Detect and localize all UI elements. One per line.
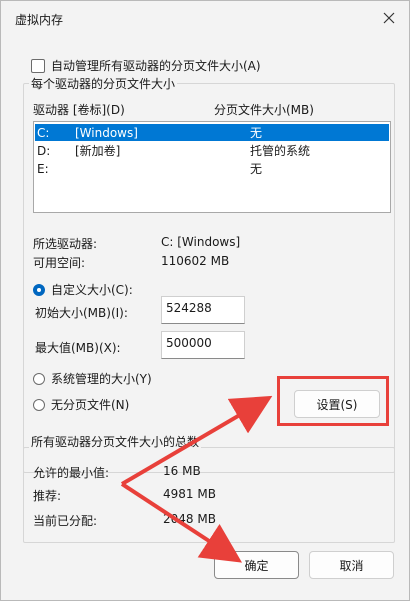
- auto-manage-label: 自动管理所有驱动器的分页文件大小(A): [51, 59, 261, 73]
- selected-drive-label: 所选驱动器:: [33, 237, 98, 251]
- recommended-label: 推荐:: [33, 489, 62, 503]
- column-header-drive: 驱动器 [卷标](D): [33, 103, 125, 117]
- drive-letter: D:: [37, 143, 51, 158]
- drive-row[interactable]: C: [Windows] 无: [35, 124, 389, 141]
- drive-volume-label: [新加卷]: [75, 144, 121, 158]
- radio-selected-icon[interactable]: [33, 283, 45, 296]
- totals-group-label: 所有驱动器分页文件大小的总数: [29, 433, 202, 450]
- radio-unselected-icon[interactable]: [33, 372, 45, 385]
- drive-paging-size: 托管的系统: [250, 144, 311, 158]
- min-allowed-label: 允许的最小值:: [33, 466, 110, 480]
- drive-letter: C:: [37, 125, 50, 140]
- per-drive-group-label: 每个驱动器的分页文件大小: [29, 75, 178, 92]
- auto-manage-checkbox[interactable]: 自动管理所有驱动器的分页文件大小(A): [31, 57, 261, 74]
- highlight-box: [277, 376, 389, 426]
- checkbox-box[interactable]: [31, 58, 45, 73]
- free-space-value: 110602 MB: [161, 254, 230, 268]
- initial-size-input[interactable]: 524288: [161, 296, 245, 324]
- no-paging-label: 无分页文件(N): [51, 398, 130, 412]
- title-bar: 虚拟内存: [1, 1, 409, 37]
- drive-volume-label: [Windows]: [75, 125, 138, 140]
- max-size-label: 最大值(MB)(X):: [35, 341, 121, 355]
- system-managed-radio[interactable]: 系统管理的大小(Y): [33, 370, 152, 387]
- window-title: 虚拟内存: [15, 13, 64, 27]
- cancel-button[interactable]: 取消: [309, 551, 394, 579]
- column-header-size: 分页文件大小(MB): [214, 103, 314, 117]
- radio-unselected-icon[interactable]: [33, 398, 45, 411]
- no-paging-radio[interactable]: 无分页文件(N): [33, 396, 129, 413]
- system-managed-label: 系统管理的大小(Y): [51, 372, 152, 386]
- custom-size-radio[interactable]: 自定义大小(C):: [33, 281, 133, 298]
- allocated-value: 2048 MB: [163, 512, 216, 526]
- min-allowed-value: 16 MB: [163, 464, 201, 478]
- drive-paging-size: 无: [250, 162, 263, 176]
- recommended-value: 4981 MB: [163, 487, 216, 501]
- custom-size-label: 自定义大小(C):: [51, 283, 133, 297]
- drive-row[interactable]: D: [新加卷] 托管的系统: [35, 142, 389, 159]
- selected-drive-value: C: [Windows]: [161, 235, 241, 249]
- ok-button[interactable]: 确定: [214, 551, 299, 579]
- drive-paging-size: 无: [250, 126, 263, 140]
- allocated-label: 当前已分配:: [33, 514, 98, 528]
- max-size-input[interactable]: 500000: [161, 331, 245, 359]
- drive-list[interactable]: C: [Windows] 无 D: [新加卷] 托管的系统 E: 无: [33, 121, 391, 213]
- initial-size-label: 初始大小(MB)(I):: [35, 306, 128, 320]
- drive-letter: E:: [37, 161, 49, 176]
- virtual-memory-dialog: 虚拟内存 自动管理所有驱动器的分页文件大小(A) 每个驱动器的分页文件大小 驱动…: [0, 0, 410, 601]
- free-space-label: 可用空间:: [33, 256, 86, 270]
- close-icon[interactable]: [381, 10, 397, 26]
- drive-row[interactable]: E: 无: [35, 160, 389, 177]
- dialog-body: 自动管理所有驱动器的分页文件大小(A) 每个驱动器的分页文件大小 驱动器 [卷标…: [1, 37, 409, 600]
